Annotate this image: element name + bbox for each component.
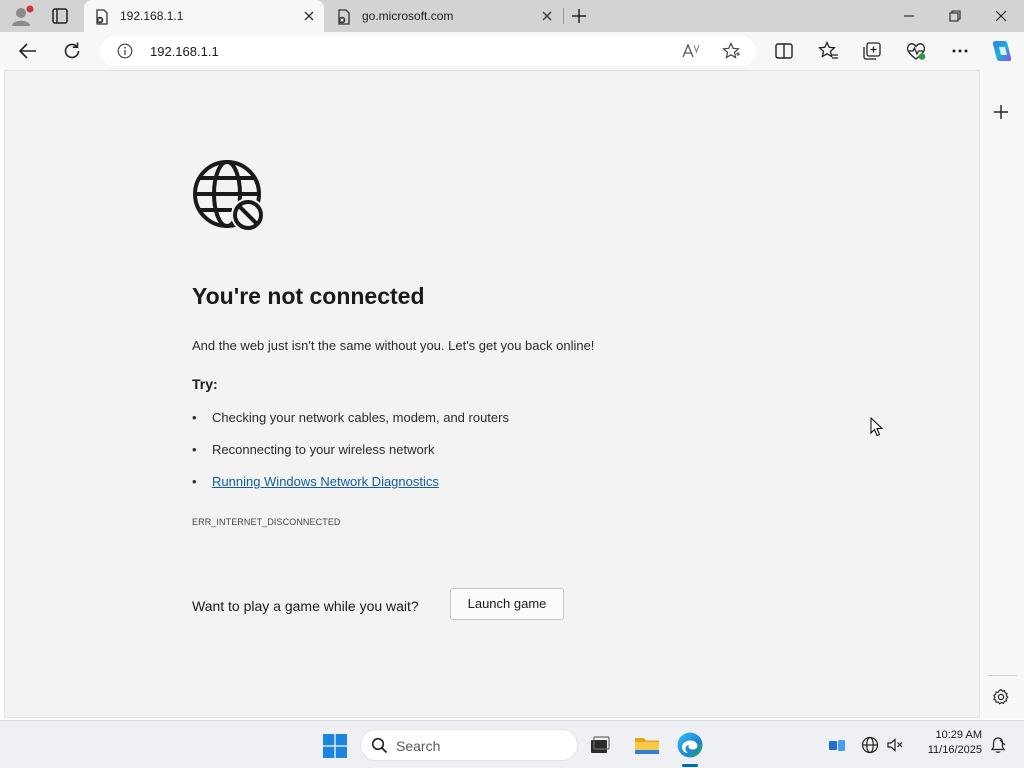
read-aloud-icon[interactable] [682,42,700,60]
error-code: ERR_INTERNET_DISCONNECTED [192,517,341,527]
clock-date: 11/16/2025 [927,744,982,756]
new-tab-plus-icon[interactable] [570,7,588,25]
tab-title: go.microsoft.com [362,9,454,23]
game-prompt: Want to play a game while you wait? [192,598,419,614]
collections-icon[interactable] [861,40,883,62]
tab-router[interactable]: 192.168.1.1 [84,0,324,32]
favorites-icon[interactable] [817,40,839,62]
edge-sidebar [981,70,1024,718]
bullet-dot: • [192,410,197,425]
volume-muted-icon[interactable] [886,736,904,754]
tab-title: 192.168.1.1 [120,9,184,23]
network-diagnostics-link[interactable]: Running Windows Network Diagnostics [212,474,439,489]
copilot-icon[interactable] [989,38,1015,64]
clock-time: 10:29 AM [935,729,982,741]
more-options-icon[interactable] [949,40,971,62]
bullet-dot: • [192,474,197,489]
tab-microsoft[interactable]: go.microsoft.com [326,0,562,32]
minimize-button[interactable] [886,0,932,32]
browser-essentials-icon[interactable] [905,40,927,62]
taskbar-search-box[interactable]: Search [360,729,578,761]
tab-strip: 192.168.1.1 go.microsoft.com [0,0,1024,32]
error-subtitle: And the web just isn't the same without … [192,338,595,353]
task-view-icon[interactable] [586,731,614,759]
page-content: You're not connected And the web just is… [4,70,980,718]
windows-start-icon[interactable] [323,734,347,758]
bullet-dot: • [192,442,197,457]
address-bar[interactable]: 192.168.1.1 [100,36,756,66]
tab-separator [563,8,564,24]
page-error-icon [94,9,110,25]
back-arrow-icon[interactable] [17,40,39,62]
suggestion-text: Reconnecting to your wireless network [212,442,435,457]
try-label: Try: [192,376,218,392]
sidebar-settings-gear-icon[interactable] [992,688,1010,706]
profile-avatar-icon[interactable] [10,5,34,27]
restore-button[interactable] [932,0,978,32]
taskbar-clock[interactable]: 10:29 AM 11/16/2025 [914,728,982,758]
refresh-icon[interactable] [61,40,83,62]
close-tab-icon[interactable] [540,9,554,23]
search-icon [371,737,388,754]
sidebar-divider [987,675,1017,676]
search-label: Search [396,738,441,754]
mouse-cursor-icon [870,416,884,437]
error-title: You're not connected [192,283,425,309]
tab-actions-icon[interactable] [50,6,70,26]
address-url[interactable]: 192.168.1.1 [150,44,219,59]
notification-bell-icon[interactable] [989,736,1007,754]
suggestion-text: Checking your network cables, modem, and… [212,410,509,425]
add-favorite-star-icon[interactable] [722,42,740,60]
close-tab-icon[interactable] [302,9,316,23]
page-error-icon [336,9,352,25]
close-window-button[interactable] [978,0,1024,32]
launch-game-button[interactable]: Launch game [450,588,564,620]
site-info-icon[interactable] [117,43,133,59]
file-explorer-icon[interactable] [633,731,661,759]
network-globe-icon[interactable] [861,736,879,754]
globe-disconnected-icon [192,159,268,235]
meet-now-icon[interactable] [828,736,846,754]
active-app-indicator [682,764,698,767]
edge-browser-icon[interactable] [676,731,704,759]
split-screen-icon[interactable] [773,40,795,62]
browser-toolbar: 192.168.1.1 [0,32,1024,70]
windows-taskbar: Search 10:29 AM 11/16/2025 [0,720,1024,768]
add-sidebar-app-plus-icon[interactable] [992,103,1010,121]
